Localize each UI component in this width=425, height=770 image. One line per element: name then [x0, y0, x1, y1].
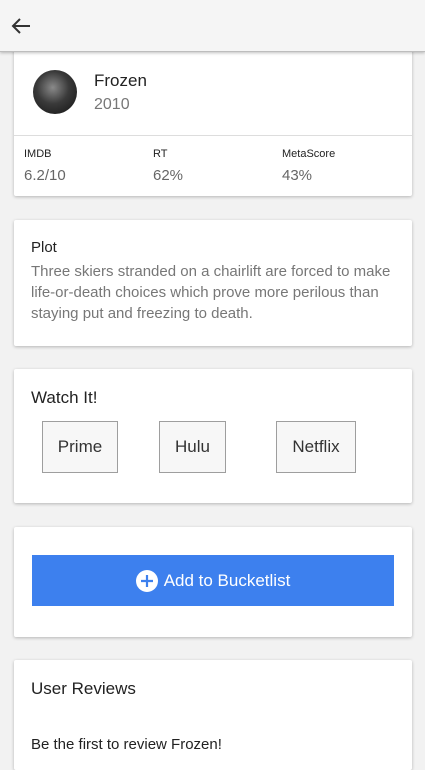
watch-heading: Watch It!: [31, 388, 98, 407]
plus-circle-icon: [135, 569, 158, 592]
movie-poster: [33, 70, 77, 114]
rating-label: RT: [153, 148, 168, 160]
back-button[interactable]: [6, 11, 36, 41]
arrow-left-icon: [11, 18, 30, 34]
rating-value: 6.2/10: [24, 167, 66, 184]
rating-value: 43%: [282, 167, 313, 184]
divider: [14, 135, 412, 136]
rating-imdb: IMDB 6.2/10: [24, 148, 66, 184]
netflix-button[interactable]: Netflix: [276, 421, 356, 473]
reviews-empty-text: Be the first to review Frozen!: [31, 736, 222, 753]
rating-metascore: MetaScore 43%: [282, 148, 335, 184]
rating-label: MetaScore: [282, 148, 336, 160]
watch-card: Watch It! Prime Hulu Netflix: [14, 369, 412, 503]
rating-rt: RT 62%: [153, 148, 183, 184]
plot-text: Three skiers stranded on a chairlift are…: [31, 263, 391, 322]
movie-year: 2010: [94, 96, 130, 113]
movie-info-card: Frozen 2010 IMDB 6.2/10 RT 62% MetaScore…: [14, 40, 412, 196]
top-app-bar: [0, 0, 425, 52]
add-to-bucketlist-button[interactable]: Add to Bucketlist: [32, 555, 394, 606]
movie-title: Frozen: [94, 71, 147, 90]
rating-value: 62%: [153, 167, 184, 184]
plot-heading: Plot: [31, 239, 57, 256]
prime-button[interactable]: Prime: [42, 421, 118, 473]
bucketlist-card: Add to Bucketlist: [14, 527, 412, 637]
bucketlist-label: Add to Bucketlist: [163, 570, 291, 590]
reviews-heading: User Reviews: [31, 679, 136, 698]
rating-label: IMDB: [24, 148, 52, 160]
plot-card: Plot Three skiers stranded on a chairlif…: [14, 220, 412, 346]
hulu-button[interactable]: Hulu: [159, 421, 226, 473]
